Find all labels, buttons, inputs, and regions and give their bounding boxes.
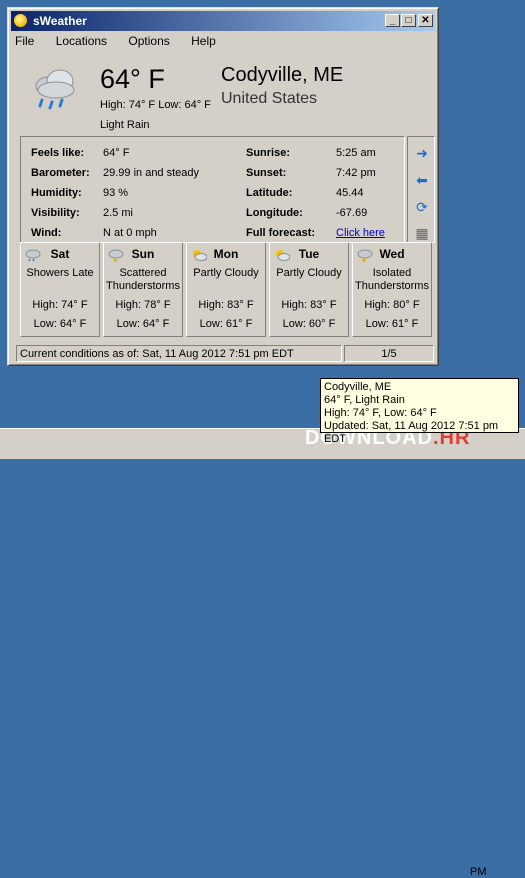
forecast-high: High: 83° F — [281, 299, 337, 311]
forecast-day-name: Mon — [213, 247, 239, 261]
forecast-condition: Showers Late — [26, 267, 94, 279]
menu-options[interactable]: Options — [125, 33, 172, 49]
forecast-condition: Partly Cloudy — [193, 267, 259, 279]
visibility-value: 2.5 mi — [103, 207, 133, 219]
menu-bar: File Locations Options Help — [12, 34, 231, 52]
forecast-low: Low: 64° F — [116, 318, 170, 330]
status-updated: Current conditions as of: Sat, 11 Aug 20… — [16, 345, 342, 362]
sunset-label: Sunset: — [246, 167, 287, 179]
forecast-condition: Partly Cloudy — [276, 267, 342, 279]
tray-tooltip: Codyville, ME 64° F, Light Rain High: 74… — [320, 378, 519, 445]
sunrise-label: Sunrise: — [246, 147, 291, 159]
forecast-day: Wed Isolated Thunderstorms High: 80° F L… — [352, 242, 432, 337]
side-toolbar: ➜ ⬅ ⟳ ▦ — [407, 136, 435, 243]
forecast-day-name: Sun — [131, 247, 155, 261]
forecast-day-name: Wed — [379, 247, 405, 261]
minimize-button[interactable]: _ — [385, 14, 400, 27]
menu-locations[interactable]: Locations — [53, 33, 110, 49]
forecast-low: Low: 61° F — [365, 318, 419, 330]
next-arrow-icon[interactable]: ➜ — [413, 145, 431, 161]
calendar-icon[interactable]: ▦ — [413, 225, 431, 241]
humidity-label: Humidity: — [31, 187, 82, 199]
tooltip-line: High: 74° F, Low: 64° F — [324, 407, 437, 419]
wind-label: Wind: — [31, 227, 62, 239]
current-conditions: 64° F High: 74° F Low: 64° F Light Rain … — [20, 56, 430, 138]
forecast-condition: Isolated Thunderstorms — [355, 267, 429, 292]
sweather-window: sWeather _ □ ✕ File Locations Options He… — [7, 7, 439, 366]
forecast-high: High: 83° F — [198, 299, 254, 311]
forecast-day: Sun Scattered Thunderstorms High: 78° F … — [103, 242, 183, 337]
status-page: 1/5 — [344, 345, 434, 362]
forecast-day-name: Tue — [298, 247, 320, 261]
feels-like-value: 64° F — [103, 147, 130, 159]
rain-cloud-icon — [35, 69, 75, 110]
forecast-low: Low: 61° F — [199, 318, 253, 330]
location-city: Codyville, ME — [221, 64, 344, 86]
longitude-value: -67.69 — [336, 207, 368, 219]
forecast-high: High: 78° F — [115, 299, 171, 311]
current-temperature: 64° F — [100, 64, 165, 94]
latitude-label: Latitude: — [246, 187, 293, 199]
tooltip-line: 64° F, Light Rain — [324, 394, 405, 406]
menu-file[interactable]: File — [12, 33, 37, 49]
humidity-value: 93 % — [103, 187, 129, 199]
forecast-day-name: Sat — [50, 247, 70, 261]
forecast-low: Low: 60° F — [282, 318, 336, 330]
forecast-high: High: 74° F — [32, 299, 88, 311]
tooltip-line: Updated: Sat, 11 Aug 2012 7:51 pm EDT — [324, 420, 499, 445]
longitude-label: Longitude: — [246, 207, 303, 219]
maximize-button[interactable]: □ — [401, 14, 416, 27]
details-panel: Feels like: 64° F Sunrise: 5:25 am Barom… — [20, 136, 405, 243]
current-high-low: High: 74° F Low: 64° F — [100, 99, 211, 111]
forecast-low: Low: 64° F — [33, 318, 87, 330]
full-forecast-label: Full forecast: — [246, 227, 316, 239]
previous-arrow-icon[interactable]: ⬅ — [413, 172, 431, 188]
visibility-label: Visibility: — [31, 207, 80, 219]
sunset-value: 7:42 pm — [336, 167, 376, 179]
tray-clock[interactable]: PM — [470, 866, 487, 878]
window-title: sWeather — [33, 14, 87, 28]
forecast-high: High: 80° F — [364, 299, 420, 311]
feels-like-label: Feels like: — [31, 147, 85, 159]
location-country: United States — [221, 90, 318, 107]
latitude-value: 45.44 — [336, 187, 364, 199]
barometer-label: Barometer: — [31, 167, 90, 179]
status-bar: Current conditions as of: Sat, 11 Aug 20… — [16, 345, 434, 362]
wind-value: N at 0 mph — [103, 227, 157, 239]
menu-help[interactable]: Help — [188, 33, 219, 49]
current-condition: Light Rain — [100, 119, 150, 131]
barometer-value: 29.99 in and steady — [103, 167, 200, 179]
forecast-condition: Scattered Thunderstorms — [106, 267, 180, 292]
forecast-day: Mon Partly Cloudy High: 83° F Low: 61° F — [186, 242, 266, 337]
refresh-icon[interactable]: ⟳ — [413, 199, 431, 215]
forecast-strip: Sat Showers Late High: 74° F Low: 64° F … — [20, 242, 435, 337]
tooltip-line: Codyville, ME — [324, 381, 392, 393]
sunrise-value: 5:25 am — [336, 147, 376, 159]
forecast-day: Sat Showers Late High: 74° F Low: 64° F — [20, 242, 100, 337]
full-forecast-link[interactable]: Click here — [336, 227, 385, 239]
forecast-day: Tue Partly Cloudy High: 83° F Low: 60° F — [269, 242, 349, 337]
app-sun-icon — [14, 14, 27, 27]
title-bar[interactable]: sWeather _ □ ✕ — [11, 11, 435, 31]
close-button[interactable]: ✕ — [418, 14, 433, 27]
